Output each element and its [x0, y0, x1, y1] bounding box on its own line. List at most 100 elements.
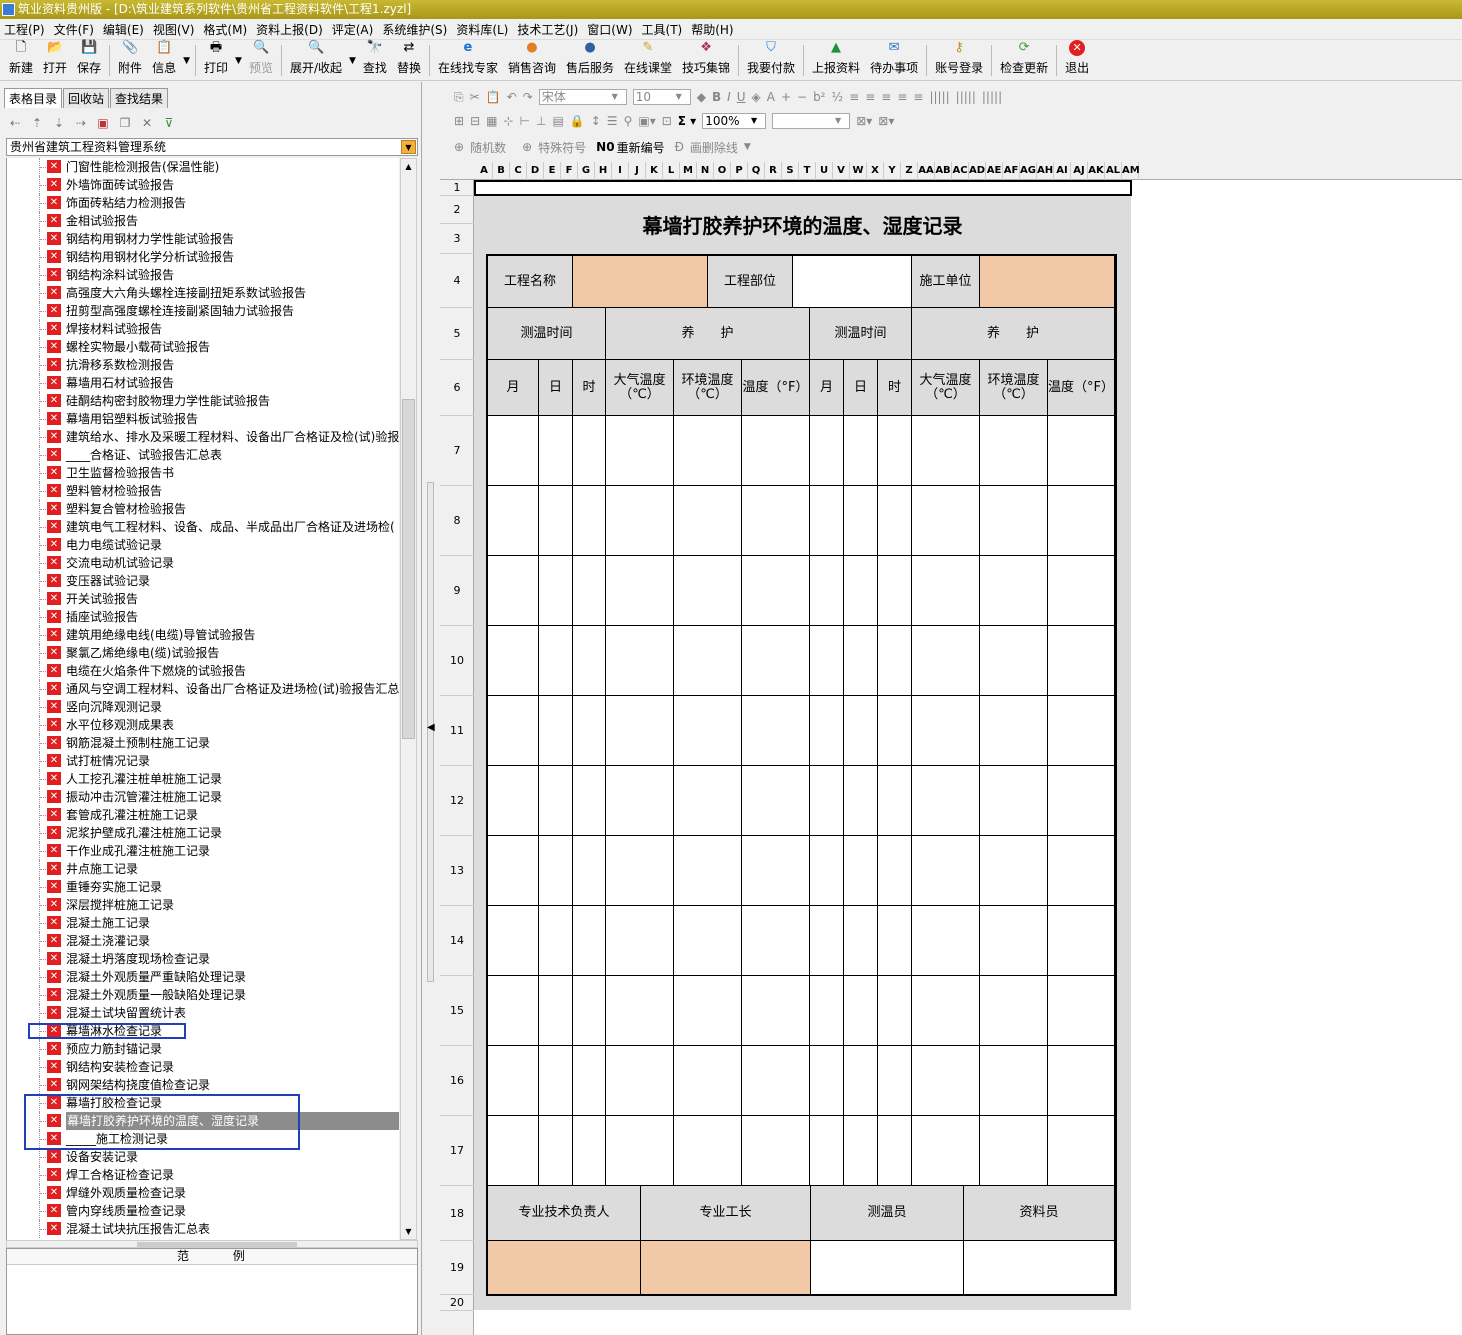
- column-header-cell[interactable]: AF: [1003, 162, 1020, 180]
- data-cell[interactable]: [742, 486, 810, 556]
- tree-item[interactable]: ✕ 金相试验报告: [7, 212, 399, 230]
- data-cell[interactable]: [1048, 1116, 1115, 1186]
- table-icon[interactable]: ⊟: [470, 114, 480, 128]
- border-style2-icon[interactable]: ⊠▾: [878, 114, 894, 128]
- tree-item[interactable]: ✕ 通风与空调工程材料、设备出厂合格证及进场检(试)验报告汇总: [7, 680, 399, 698]
- data-cell[interactable]: [1048, 836, 1115, 906]
- data-cell[interactable]: [844, 486, 878, 556]
- data-cell[interactable]: [844, 416, 878, 486]
- todo-button[interactable]: ✉ 待办事项: [865, 40, 923, 80]
- tree-item[interactable]: ✕ 竖向沉降观测记录: [7, 698, 399, 716]
- italic-icon[interactable]: I: [727, 90, 731, 104]
- menu-technology[interactable]: 技术工艺(J): [517, 21, 578, 38]
- menu-file[interactable]: 文件(F): [54, 21, 94, 38]
- tree-hscrollbar[interactable]: [6, 1240, 418, 1248]
- plus-icon[interactable]: +: [781, 90, 791, 104]
- sign-tech-lead[interactable]: [488, 1241, 641, 1295]
- lock-icon[interactable]: 🔒: [570, 114, 585, 128]
- data-cell[interactable]: [980, 556, 1048, 626]
- special-char-button[interactable]: 特殊符号: [538, 139, 586, 156]
- tree-item[interactable]: ✕ 水平位移观测成果表: [7, 716, 399, 734]
- data-cell[interactable]: [539, 976, 573, 1046]
- cut-icon[interactable]: ✂: [470, 90, 480, 104]
- data-cell[interactable]: [488, 696, 539, 766]
- data-cell[interactable]: [606, 1116, 674, 1186]
- data-cell[interactable]: [844, 556, 878, 626]
- menu-report[interactable]: 资料上报(D): [256, 21, 323, 38]
- data-cell[interactable]: [878, 696, 912, 766]
- column-header-cell[interactable]: AC: [952, 162, 969, 180]
- data-cell[interactable]: [539, 486, 573, 556]
- data-cell[interactable]: [912, 696, 980, 766]
- line-spacing-icon[interactable]: ↕: [591, 114, 601, 128]
- tab-catalog[interactable]: 表格目录: [4, 88, 63, 108]
- data-cell[interactable]: [606, 906, 674, 976]
- justify-icon[interactable]: ≡: [897, 90, 907, 104]
- print-button[interactable]: 🖶 打印: [199, 40, 233, 80]
- minus-icon[interactable]: −: [797, 90, 807, 104]
- data-cell[interactable]: [878, 486, 912, 556]
- data-cell[interactable]: [539, 766, 573, 836]
- border-icon[interactable]: ▣▾: [638, 114, 655, 128]
- data-cell[interactable]: [606, 766, 674, 836]
- barcode-icon[interactable]: |||||: [929, 90, 949, 104]
- scroll-down-icon[interactable]: ▼: [401, 1224, 416, 1239]
- tree-item[interactable]: ✕ 卫生监督检验报告书: [7, 464, 399, 482]
- data-cell[interactable]: [878, 1116, 912, 1186]
- data-cell[interactable]: [573, 976, 606, 1046]
- tree-item[interactable]: ✕ 幕墙用石材试验报告: [7, 374, 399, 392]
- tree-item[interactable]: ✕ 幕墙用铝塑料板试验报告: [7, 410, 399, 428]
- column-header-cell[interactable]: AD: [969, 162, 986, 180]
- filter-icon[interactable]: ⊽: [158, 116, 180, 130]
- pane-splitter[interactable]: ◀: [424, 82, 438, 1335]
- data-cell[interactable]: [674, 906, 742, 976]
- column-header-cell[interactable]: AE: [986, 162, 1003, 180]
- tree-item[interactable]: ✕ 扭剪型高强度螺栓连接副紧固轴力试验报告: [7, 302, 399, 320]
- info-dropdown-icon[interactable]: ▼: [181, 41, 192, 80]
- fill-color-icon[interactable]: ◈: [751, 90, 760, 104]
- row-header-cell[interactable]: 20: [440, 1295, 474, 1311]
- column-header-cell[interactable]: X: [867, 162, 884, 180]
- tree-item[interactable]: ✕ 钢结构用钢材化学分析试验报告: [7, 248, 399, 266]
- arrow-right-icon[interactable]: ⇢: [70, 116, 92, 130]
- menu-system[interactable]: 系统维护(S): [382, 21, 447, 38]
- column-header-cell[interactable]: AB: [935, 162, 952, 180]
- data-cell[interactable]: [674, 626, 742, 696]
- tree-item[interactable]: ✕ 聚氯乙烯绝缘电(缆)试验报告: [7, 644, 399, 662]
- tree-item[interactable]: ✕ 钢结构用钢材力学性能试验报告: [7, 230, 399, 248]
- input-project-part[interactable]: [793, 256, 912, 308]
- tree-item[interactable]: ✕ 混凝土施工记录: [7, 914, 399, 932]
- data-cell[interactable]: [912, 976, 980, 1046]
- special-char-icon[interactable]: ⊕: [522, 140, 532, 154]
- tree-item[interactable]: ✕ 混凝土外观质量一般缺陷处理记录: [7, 986, 399, 1004]
- data-cell[interactable]: [980, 906, 1048, 976]
- data-cell[interactable]: [742, 696, 810, 766]
- random-button[interactable]: 随机数: [470, 139, 506, 156]
- data-cell[interactable]: [1048, 696, 1115, 766]
- grid-icon[interactable]: ▦: [486, 114, 497, 128]
- data-cell[interactable]: [573, 486, 606, 556]
- data-cell[interactable]: [539, 696, 573, 766]
- tree-item[interactable]: ✕ 焊工合格证检查记录: [7, 1166, 399, 1184]
- row-header-cell[interactable]: 5: [440, 308, 474, 360]
- column-header-cell[interactable]: W: [850, 162, 867, 180]
- tree-item[interactable]: ✕ 人工挖孔灌注桩单桩施工记录: [7, 770, 399, 788]
- data-cell[interactable]: [606, 1046, 674, 1116]
- bold-icon[interactable]: B: [712, 90, 721, 104]
- data-cell[interactable]: [980, 696, 1048, 766]
- tree-item[interactable]: ✕ 振动冲击沉管灌注桩施工记录: [7, 788, 399, 806]
- underline-icon[interactable]: U: [737, 90, 746, 104]
- chevron-down-icon[interactable]: ▼: [401, 140, 416, 154]
- column-header-cell[interactable]: A: [476, 162, 493, 180]
- data-cell[interactable]: [742, 976, 810, 1046]
- menu-format[interactable]: 格式(M): [203, 21, 247, 38]
- data-cell[interactable]: [674, 556, 742, 626]
- data-cell[interactable]: [844, 906, 878, 976]
- data-cell[interactable]: [573, 556, 606, 626]
- data-cell[interactable]: [912, 416, 980, 486]
- paste-icon[interactable]: 📋: [486, 90, 501, 104]
- tree-item[interactable]: ✕ 混凝土外观质量严重缺陷处理记录: [7, 968, 399, 986]
- data-cell[interactable]: [539, 556, 573, 626]
- tree-item[interactable]: ✕ 建筑给水、排水及采暖工程材料、设备出厂合格证及检(试)验报: [7, 428, 399, 446]
- superscript-icon[interactable]: b²: [813, 90, 825, 104]
